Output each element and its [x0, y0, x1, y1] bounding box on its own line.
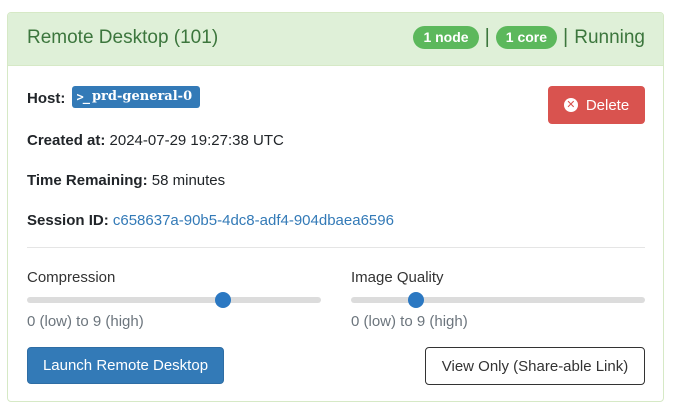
host-row: Host: >_ prd-general-0 [27, 86, 201, 110]
image-quality-label: Image Quality [351, 269, 444, 286]
host-value: prd-general-0 [91, 89, 193, 104]
status-text: Running [574, 26, 645, 48]
divider [27, 247, 645, 248]
view-only-share-link-button[interactable]: View Only (Share-able Link) [425, 347, 645, 385]
status-group: 1 node | 1 core | Running [413, 26, 645, 49]
delete-button[interactable]: ✕ Delete [548, 86, 645, 124]
compression-slider-thumb[interactable] [215, 292, 231, 308]
created-label: Created at: [27, 132, 106, 149]
host-link[interactable]: >_ prd-general-0 [71, 86, 201, 108]
cores-badge: 1 core [495, 26, 558, 49]
image-quality-slider-thumb[interactable] [408, 292, 425, 308]
separator: | [484, 26, 490, 48]
session-title: Remote Desktop (101) [27, 27, 219, 48]
created-value: 2024-07-29 19:27:38 UTC [109, 132, 284, 149]
time-remaining-label: Time Remaining: [27, 172, 148, 189]
compression-slider[interactable] [27, 292, 321, 308]
delete-label: Delete [585, 96, 630, 114]
compression-slider-block: Compression 0 (low) to 9 (high) [27, 269, 321, 330]
compression-label: Compression [27, 269, 116, 286]
image-quality-slider-block: Image Quality 0 (low) to 9 (high) [351, 269, 645, 330]
created-row: Created at: 2024-07-29 19:27:38 UTC [27, 132, 284, 149]
image-quality-slider[interactable] [351, 292, 645, 308]
card-body: Host: >_ prd-general-0 Created at: 2024-… [8, 66, 663, 403]
terminal-icon: >_ [76, 89, 90, 104]
nodes-badge: 1 node [413, 26, 479, 49]
host-label: Host: [27, 89, 66, 107]
time-remaining-row: Time Remaining: 58 minutes [27, 172, 225, 189]
session-card: Remote Desktop (101) 1 node | 1 core | R… [7, 12, 664, 402]
x-circle-icon: ✕ [563, 98, 578, 112]
session-id-label: Session ID: [27, 212, 109, 229]
time-remaining-value: 58 minutes [151, 172, 226, 189]
image-quality-hint: 0 (low) to 9 (high) [351, 313, 468, 330]
compression-hint: 0 (low) to 9 (high) [27, 313, 144, 330]
separator: | [563, 26, 569, 48]
session-id-link[interactable]: c658637a-90b5-4dc8-adf4-904dbaea6596 [113, 212, 394, 229]
card-header: Remote Desktop (101) 1 node | 1 core | R… [8, 13, 663, 66]
session-id-row: Session ID: c658637a-90b5-4dc8-adf4-904d… [27, 212, 394, 229]
launch-remote-desktop-button[interactable]: Launch Remote Desktop [27, 347, 224, 384]
